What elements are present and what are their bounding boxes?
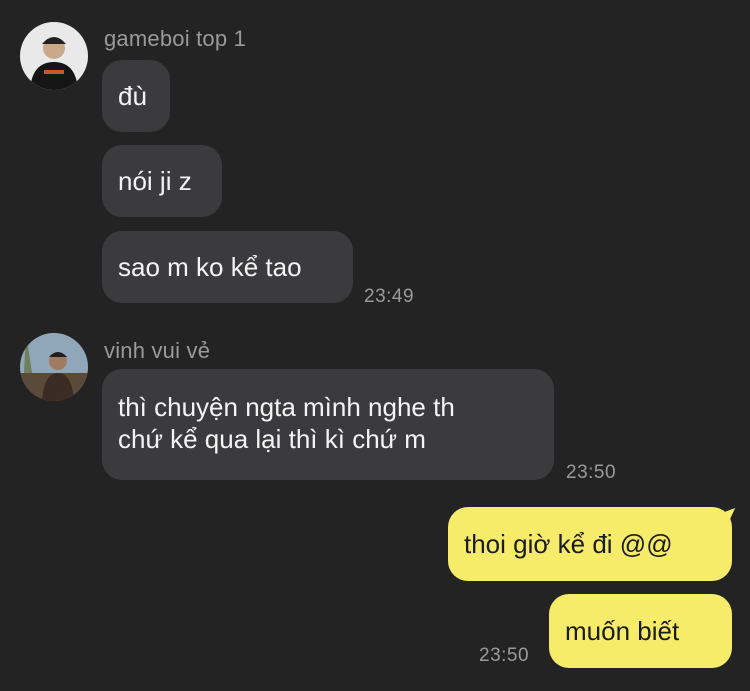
- avatar-vinh-image: [20, 333, 88, 401]
- message-line: thì chuyện ngta mình nghe th: [118, 392, 455, 422]
- avatar-gameboi[interactable]: [20, 22, 88, 90]
- message-line: chứ kể qua lại thì kì chứ m: [118, 424, 426, 454]
- message-bubble[interactable]: đù: [102, 60, 170, 132]
- sender-name-vinh: vinh vui vẻ: [104, 338, 211, 363]
- message-bubble[interactable]: nói ji z: [102, 145, 222, 217]
- my-message-bubble[interactable]: muốn biết: [549, 594, 732, 668]
- message-timestamp: 23:49: [364, 286, 415, 307]
- message-bubble[interactable]: sao m ko kể tao: [102, 231, 353, 303]
- avatar-gameboi-image: [20, 22, 88, 90]
- message-timestamp: 23:50: [566, 462, 617, 483]
- message-timestamp: 23:50: [479, 645, 530, 666]
- message-bubble[interactable]: thì chuyện ngta mình nghe th chứ kể qua …: [102, 369, 554, 480]
- avatar-vinh[interactable]: [20, 333, 88, 401]
- my-message-bubble[interactable]: thoi giờ kể đi @@: [448, 507, 732, 581]
- sender-name-gameboi: gameboi top 1: [104, 26, 247, 51]
